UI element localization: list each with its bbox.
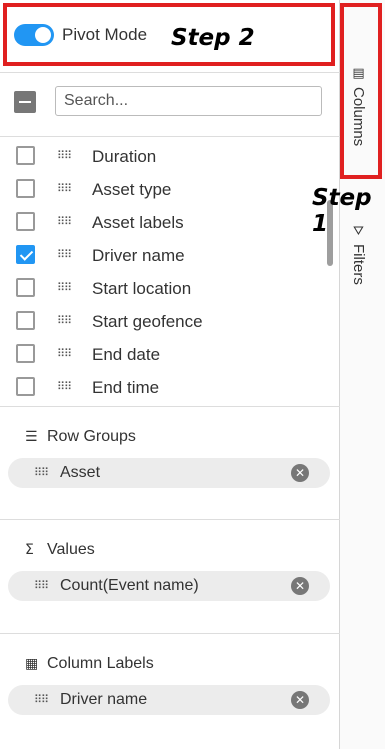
column-labels-header: ▦ Column Labels — [25, 655, 154, 673]
drag-handle-icon[interactable]: ⠿⠿ — [57, 348, 72, 359]
sigma-icon: Σ — [25, 542, 34, 558]
chip-label: Asset — [60, 464, 101, 481]
step1-annotation: Step 1 — [312, 185, 372, 237]
chip-label: Driver name — [60, 691, 148, 708]
column-checkbox[interactable] — [16, 377, 35, 396]
values-title: Values — [47, 541, 95, 558]
column-label: Start location — [92, 279, 192, 298]
drag-handle-icon[interactable]: ⠿⠿ — [57, 315, 72, 326]
drag-handle-icon[interactable]: ⠿⠿ — [57, 282, 72, 293]
column-label: End date — [92, 345, 161, 364]
column-labels-section: ▦ Column Labels ⠿⠿ Driver name ✕ — [0, 633, 340, 750]
drag-handle-icon[interactable]: ⠿⠿ — [57, 381, 72, 392]
step2-annotation: Step 2 — [171, 25, 255, 51]
column-item[interactable]: ⠿⠿ End time — [0, 372, 325, 402]
column-checkbox[interactable] — [16, 278, 35, 297]
column-list: ⠿⠿ Duration ⠿⠿ Asset type ⠿⠿ Asset label… — [0, 136, 340, 402]
column-item[interactable]: ⠿⠿ End date — [0, 339, 325, 372]
remove-icon[interactable]: ✕ — [291, 464, 309, 482]
column-checkbox[interactable] — [16, 311, 35, 330]
column-item[interactable]: ⠿⠿ Asset type — [0, 174, 325, 207]
drag-handle-icon[interactable]: ⠿⠿ — [34, 694, 49, 705]
filters-tab-label: Filters — [350, 244, 367, 285]
remove-icon[interactable]: ✕ — [291, 691, 309, 709]
column-checkbox[interactable] — [16, 146, 35, 165]
column-item[interactable]: ⠿⠿ Start location — [0, 273, 325, 306]
row-group-chip[interactable]: ⠿⠿ Asset ✕ — [8, 458, 330, 488]
column-checkbox[interactable] — [16, 212, 35, 231]
row-groups-title: Row Groups — [47, 428, 136, 445]
column-checkbox[interactable] — [16, 245, 35, 264]
value-chip[interactable]: ⠿⠿ Count(Event name) ✕ — [8, 571, 330, 601]
column-label-chip[interactable]: ⠿⠿ Driver name ✕ — [8, 685, 330, 715]
drag-handle-icon[interactable]: ⠿⠿ — [57, 216, 72, 227]
drag-handle-icon[interactable]: ⠿⠿ — [34, 467, 49, 478]
row-groups-section: ☰ Row Groups ⠿⠿ Asset ✕ — [0, 406, 340, 517]
row-groups-header: ☰ Row Groups — [25, 428, 136, 446]
column-checkbox[interactable] — [16, 179, 35, 198]
column-label: Asset labels — [92, 213, 184, 232]
column-search-input[interactable] — [55, 86, 322, 116]
column-label: Start geofence — [92, 312, 203, 331]
step2-highlight-box — [3, 3, 335, 66]
step1-highlight-box — [340, 3, 382, 179]
column-item[interactable]: ⠿⠿ Duration — [0, 141, 325, 174]
pivot-table-icon: ▦ — [25, 656, 39, 672]
select-all-checkbox[interactable] — [14, 91, 36, 113]
chip-label: Count(Event name) — [60, 577, 199, 594]
row-groups-icon: ☰ — [25, 429, 38, 445]
column-label: End time — [92, 378, 160, 397]
drag-handle-icon[interactable]: ⠿⠿ — [34, 580, 49, 591]
column-label: Duration — [92, 147, 157, 166]
column-checkbox[interactable] — [16, 344, 35, 363]
values-section: Σ Values ⠿⠿ Count(Event name) ✕ — [0, 519, 340, 633]
drag-handle-icon[interactable]: ⠿⠿ — [57, 249, 72, 260]
column-item[interactable]: ⠿⠿ Driver name — [0, 240, 325, 273]
column-label: Driver name — [92, 246, 185, 265]
remove-icon[interactable]: ✕ — [291, 577, 309, 595]
column-item[interactable]: ⠿⠿ Asset labels — [0, 207, 325, 240]
drag-handle-icon[interactable]: ⠿⠿ — [57, 150, 72, 161]
drag-handle-icon[interactable]: ⠿⠿ — [57, 183, 72, 194]
values-header: Σ Values — [25, 541, 95, 559]
column-label: Asset type — [92, 180, 172, 199]
column-labels-title: Column Labels — [47, 655, 154, 672]
tool-panel: Pivot Mode ⠿⠿ Duration ⠿⠿ Asset type ⠿⠿ … — [0, 0, 340, 749]
column-item[interactable]: ⠿⠿ Start geofence — [0, 306, 325, 339]
